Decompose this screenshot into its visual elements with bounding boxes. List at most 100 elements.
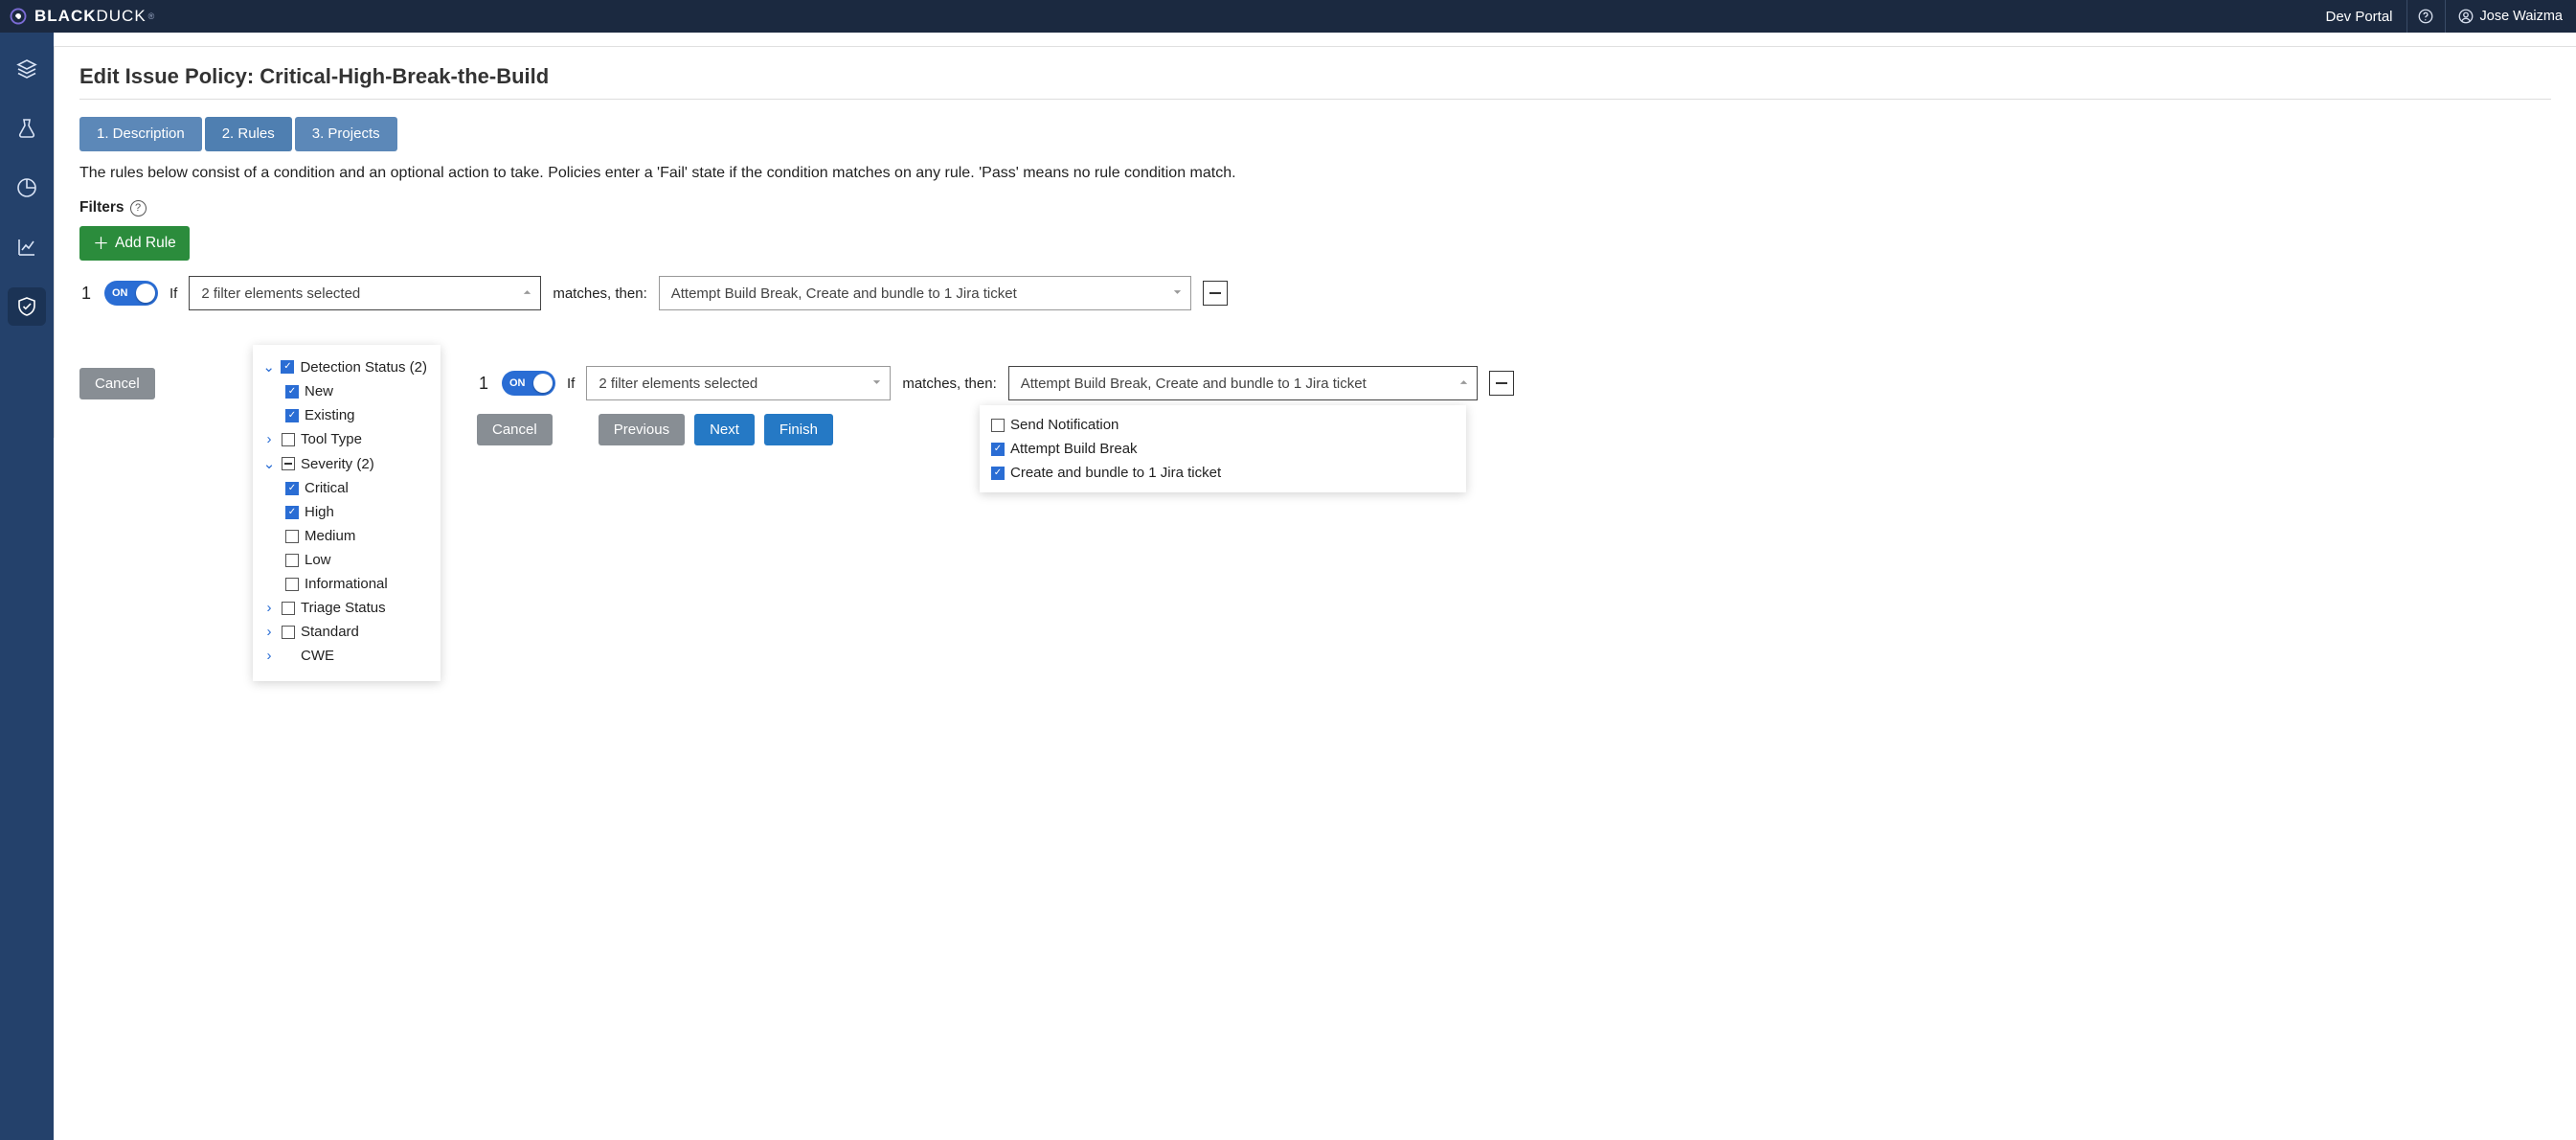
filter-label: Severity (2) xyxy=(301,456,374,472)
filter-select-value: 2 filter elements selected xyxy=(599,376,757,392)
checkbox-icon[interactable] xyxy=(282,433,295,446)
top-bar: BLACKDUCK® Dev Portal Jose Waizma xyxy=(0,0,2576,33)
chevron-up-icon xyxy=(522,285,532,302)
rule-row: 1 ON If 2 filter elements selected match… xyxy=(79,276,2551,310)
action-option-send-notification[interactable]: Send Notification xyxy=(991,413,1455,437)
checkbox-checked-icon[interactable] xyxy=(281,360,294,374)
filter-group-triage-status[interactable]: › Triage Status xyxy=(262,596,427,620)
checkbox-checked-icon[interactable] xyxy=(285,385,299,399)
filter-dropdown[interactable]: ⌄ Detection Status (2) New Existing › To… xyxy=(253,345,441,681)
checkbox-icon[interactable] xyxy=(285,530,299,543)
add-rule-button[interactable]: ＋ Add Rule xyxy=(79,226,190,261)
filter-select[interactable]: 2 filter elements selected xyxy=(189,276,541,310)
action-label: Attempt Build Break xyxy=(1010,441,1138,457)
chevron-right-icon: › xyxy=(262,648,276,664)
filter-option-existing[interactable]: Existing xyxy=(262,403,427,427)
action-option-attempt-build-break[interactable]: Attempt Build Break xyxy=(991,437,1455,461)
chevron-down-icon: ⌄ xyxy=(262,358,275,376)
rule-row: 1 ON If 2 filter elements selected match… xyxy=(477,366,1514,400)
action-select[interactable]: Attempt Build Break, Create and bundle t… xyxy=(659,276,1191,310)
action-select-value: Attempt Build Break, Create and bundle t… xyxy=(1021,376,1367,392)
brand-bold: BLACK xyxy=(34,7,97,26)
user-menu[interactable]: Jose Waizma xyxy=(2445,0,2565,33)
filter-option-low[interactable]: Low xyxy=(262,548,427,572)
nav-layers[interactable] xyxy=(8,50,46,88)
filter-group-standard[interactable]: › Standard xyxy=(262,620,427,644)
matches-label: matches, then: xyxy=(553,285,646,302)
filter-label: Medium xyxy=(305,528,355,544)
action-select-value: Attempt Build Break, Create and bundle t… xyxy=(671,285,1017,302)
filters-help-icon[interactable]: ? xyxy=(130,200,147,217)
filter-label: Existing xyxy=(305,407,355,423)
filter-label: Low xyxy=(305,552,331,568)
filter-group-severity[interactable]: ⌄ Severity (2) xyxy=(262,451,427,476)
filter-option-high[interactable]: High xyxy=(262,500,427,524)
chevron-right-icon: › xyxy=(262,624,276,640)
remove-rule-button[interactable] xyxy=(1489,371,1514,396)
nav-tests[interactable] xyxy=(8,109,46,148)
filter-option-medium[interactable]: Medium xyxy=(262,524,427,548)
nav-policies[interactable] xyxy=(8,287,46,326)
checkbox-icon[interactable] xyxy=(991,419,1005,432)
cancel-button[interactable]: Cancel xyxy=(79,368,155,399)
finish-button[interactable]: Finish xyxy=(764,414,833,445)
rule-number: 1 xyxy=(79,284,93,304)
action-label: Create and bundle to 1 Jira ticket xyxy=(1010,465,1221,481)
filter-label: Tool Type xyxy=(301,431,362,447)
filter-label: New xyxy=(305,383,333,399)
filter-label: Detection Status (2) xyxy=(300,359,427,376)
dev-portal-link[interactable]: Dev Portal xyxy=(2312,0,2406,33)
filter-option-informational[interactable]: Informational xyxy=(262,572,427,596)
checkbox-icon[interactable] xyxy=(285,554,299,567)
rule-toggle[interactable]: ON xyxy=(104,281,158,306)
checkbox-checked-icon[interactable] xyxy=(991,443,1005,456)
user-icon xyxy=(2457,8,2474,25)
filter-option-critical[interactable]: Critical xyxy=(262,476,427,500)
filter-label: Triage Status xyxy=(301,600,386,616)
filter-select[interactable]: 2 filter elements selected xyxy=(586,366,891,400)
next-button[interactable]: Next xyxy=(694,414,755,445)
filter-label: Informational xyxy=(305,576,388,592)
duck-icon xyxy=(8,8,29,25)
chevron-down-icon xyxy=(871,376,882,392)
checkbox-icon[interactable] xyxy=(285,578,299,591)
remove-rule-button[interactable] xyxy=(1203,281,1228,306)
action-select[interactable]: Attempt Build Break, Create and bundle t… xyxy=(1008,366,1478,400)
toggle-label: ON xyxy=(509,377,526,389)
action-dropdown[interactable]: Send Notification Attempt Build Break Cr… xyxy=(980,405,1466,492)
toggle-knob xyxy=(533,374,553,393)
tab-description[interactable]: 1. Description xyxy=(79,117,202,151)
rules-description: The rules below consist of a condition a… xyxy=(79,165,2551,182)
brand-logo[interactable]: BLACKDUCK® xyxy=(8,7,155,26)
checkbox-checked-icon[interactable] xyxy=(991,467,1005,480)
filter-group-detection-status[interactable]: ⌄ Detection Status (2) xyxy=(262,354,427,379)
brand-thin: DUCK xyxy=(97,7,147,26)
filter-group-cwe[interactable]: › CWE xyxy=(262,644,427,668)
tab-rules[interactable]: 2. Rules xyxy=(205,117,292,151)
checkbox-checked-icon[interactable] xyxy=(285,482,299,495)
rule-toggle[interactable]: ON xyxy=(502,371,555,396)
toggle-knob xyxy=(136,284,155,303)
filter-group-tool-type[interactable]: › Tool Type xyxy=(262,427,427,451)
filter-select-value: 2 filter elements selected xyxy=(201,285,360,302)
help-icon[interactable] xyxy=(2407,0,2445,33)
previous-button[interactable]: Previous xyxy=(599,414,685,445)
action-option-create-jira[interactable]: Create and bundle to 1 Jira ticket xyxy=(991,461,1455,485)
checkbox-checked-icon[interactable] xyxy=(285,506,299,519)
tab-projects[interactable]: 3. Projects xyxy=(295,117,397,151)
chevron-down-icon xyxy=(1172,285,1183,302)
matches-label: matches, then: xyxy=(902,376,996,392)
registered-mark: ® xyxy=(148,11,155,21)
user-name: Jose Waizma xyxy=(2480,9,2563,24)
filter-option-new[interactable]: New xyxy=(262,379,427,403)
checkbox-checked-icon[interactable] xyxy=(285,409,299,422)
nav-trends[interactable] xyxy=(8,228,46,266)
filter-label: CWE xyxy=(301,648,334,664)
checkbox-indeterminate-icon[interactable] xyxy=(282,457,295,470)
checkbox-icon[interactable] xyxy=(282,602,295,615)
side-nav xyxy=(0,33,54,1140)
nav-reports[interactable] xyxy=(8,169,46,207)
page-title: Edit Issue Policy: Critical-High-Break-t… xyxy=(79,64,2551,100)
checkbox-icon[interactable] xyxy=(282,626,295,639)
cancel-button[interactable]: Cancel xyxy=(477,414,553,445)
